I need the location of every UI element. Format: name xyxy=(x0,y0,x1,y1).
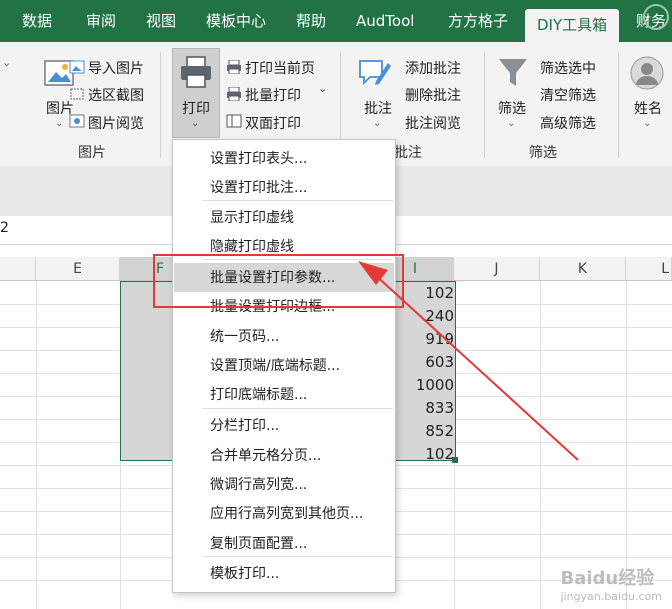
comment-browse-button[interactable]: 批注阅览 xyxy=(405,113,461,133)
tab-view[interactable]: 视图 xyxy=(146,0,176,42)
printer-icon xyxy=(181,56,211,88)
filter-big-label[interactable]: 筛选 xyxy=(498,98,526,118)
name-big-label[interactable]: 姓名 xyxy=(634,98,662,118)
tab-diy-toolbox[interactable]: DIY工具箱 xyxy=(525,9,620,42)
column-line xyxy=(626,281,627,609)
image-view-icon xyxy=(69,114,85,128)
name-dropdown-icon: ⌄ xyxy=(643,118,652,129)
selection-screenshot-button[interactable]: 选区截图 xyxy=(88,85,144,105)
clear-filter-button[interactable]: 清空筛选 xyxy=(540,85,596,105)
delete-comment-button[interactable]: 删除批注 xyxy=(405,85,461,105)
column-line xyxy=(540,281,541,609)
screenshot-icon xyxy=(70,88,84,100)
column-header-j[interactable]: J xyxy=(454,257,540,281)
menu-separator xyxy=(203,556,393,557)
menu-item-set-top-bottom-title[interactable]: 设置顶端/底端标题... xyxy=(210,355,340,375)
import-image-button[interactable]: 导入图片 xyxy=(88,58,144,78)
person-icon xyxy=(630,56,664,90)
add-comment-button[interactable]: 添加批注 xyxy=(405,58,461,78)
menu-item-show-print-dashes[interactable]: 显示打印虚线 xyxy=(210,207,294,227)
menu-item-copy-page-config[interactable]: 复制页面配置... xyxy=(210,533,307,553)
group-divider xyxy=(160,52,161,158)
menu-item-print-bottom-title[interactable]: 打印底端标题... xyxy=(210,384,307,404)
comment-group-label: 批注 xyxy=(394,145,422,161)
watermark-line1: Baidu经验 xyxy=(560,568,655,589)
batch-print-icon xyxy=(227,87,241,101)
account-icon[interactable] xyxy=(643,4,669,30)
menu-item-set-print-comments[interactable]: 设置打印批注... xyxy=(210,177,307,197)
print-dropdown-arrow-icon: ⌄ xyxy=(191,118,200,129)
menu-item-unify-page-numbers[interactable]: 统一页码... xyxy=(210,326,279,346)
tab-data[interactable]: 数据 xyxy=(22,0,52,42)
print-dropdown-menu: 设置打印表头... 设置打印批注... 显示打印虚线 隐藏打印虚线 批量设置打印… xyxy=(172,139,396,593)
formula-fragment: 2 xyxy=(0,220,9,236)
comment-dropdown-icon: ⌄ xyxy=(373,118,382,129)
column-header-k[interactable]: K xyxy=(540,257,626,281)
group-divider xyxy=(484,52,485,158)
menu-item-adjust-row-col[interactable]: 微调行高列宽... xyxy=(210,474,307,494)
menu-item-hide-print-dashes[interactable]: 隐藏打印虚线 xyxy=(210,236,294,256)
chevron-down-icon[interactable]: ⌄ xyxy=(2,56,11,69)
batch-print-dropdown-icon[interactable]: ⌄ xyxy=(318,82,327,95)
select-all-corner[interactable] xyxy=(0,257,36,281)
filter-dropdown-icon: ⌄ xyxy=(507,118,516,129)
column-header-e[interactable]: E xyxy=(36,257,120,281)
group-divider xyxy=(618,52,619,158)
filter-funnel-icon xyxy=(499,59,527,86)
comment-pencil-icon xyxy=(359,60,391,86)
dropdown-arrow-icon: ⌄ xyxy=(55,118,64,129)
tab-template-center[interactable]: 模板中心 xyxy=(206,0,266,42)
menu-item-merged-cell-paging[interactable]: 合并单元格分页... xyxy=(210,445,321,465)
watermark-line2: jingyan.baidu.com xyxy=(560,590,662,603)
batch-print-button[interactable]: 批量打印 xyxy=(245,85,301,105)
watermark: Baidu经验 jingyan.baidu.com xyxy=(560,564,662,603)
menu-item-set-print-header[interactable]: 设置打印表头... xyxy=(210,148,307,168)
annotation-highlight-box xyxy=(153,254,404,308)
tab-fangfang[interactable]: 方方格子 xyxy=(448,0,508,42)
menu-item-apply-row-col-other[interactable]: 应用行高列宽到其他页... xyxy=(210,503,363,523)
duplex-print-icon xyxy=(226,114,242,128)
menu-separator xyxy=(203,408,393,409)
print-big-label: 打印 xyxy=(182,101,210,117)
column-header-l[interactable]: L xyxy=(626,257,672,281)
advanced-filter-button[interactable]: 高级筛选 xyxy=(540,113,596,133)
menu-separator xyxy=(203,200,393,201)
menu-item-template-print[interactable]: 模板打印... xyxy=(210,563,279,583)
tab-help[interactable]: 帮助 xyxy=(296,0,326,42)
tab-review[interactable]: 审阅 xyxy=(86,0,116,42)
image-browse-button[interactable]: 图片阅览 xyxy=(88,113,144,133)
duplex-print-button[interactable]: 双面打印 xyxy=(245,113,301,133)
print-current-page-icon xyxy=(227,60,241,74)
print-current-page-button[interactable]: 打印当前页 xyxy=(245,58,315,78)
import-image-icon xyxy=(69,60,85,74)
tab-audtool[interactable]: AudTool xyxy=(356,0,414,42)
menu-item-column-print[interactable]: 分栏打印... xyxy=(210,415,279,435)
column-line xyxy=(36,281,37,609)
image-group-label: 图片 xyxy=(78,145,106,161)
filter-group-label: 筛选 xyxy=(529,145,557,161)
comment-big-label[interactable]: 批注 xyxy=(364,98,392,118)
ribbon-tab-bar: 数据 审阅 视图 模板中心 帮助 AudTool 方方格子 DIY工具箱 财务 xyxy=(0,0,672,42)
filter-selected-button[interactable]: 筛选选中 xyxy=(540,58,596,78)
